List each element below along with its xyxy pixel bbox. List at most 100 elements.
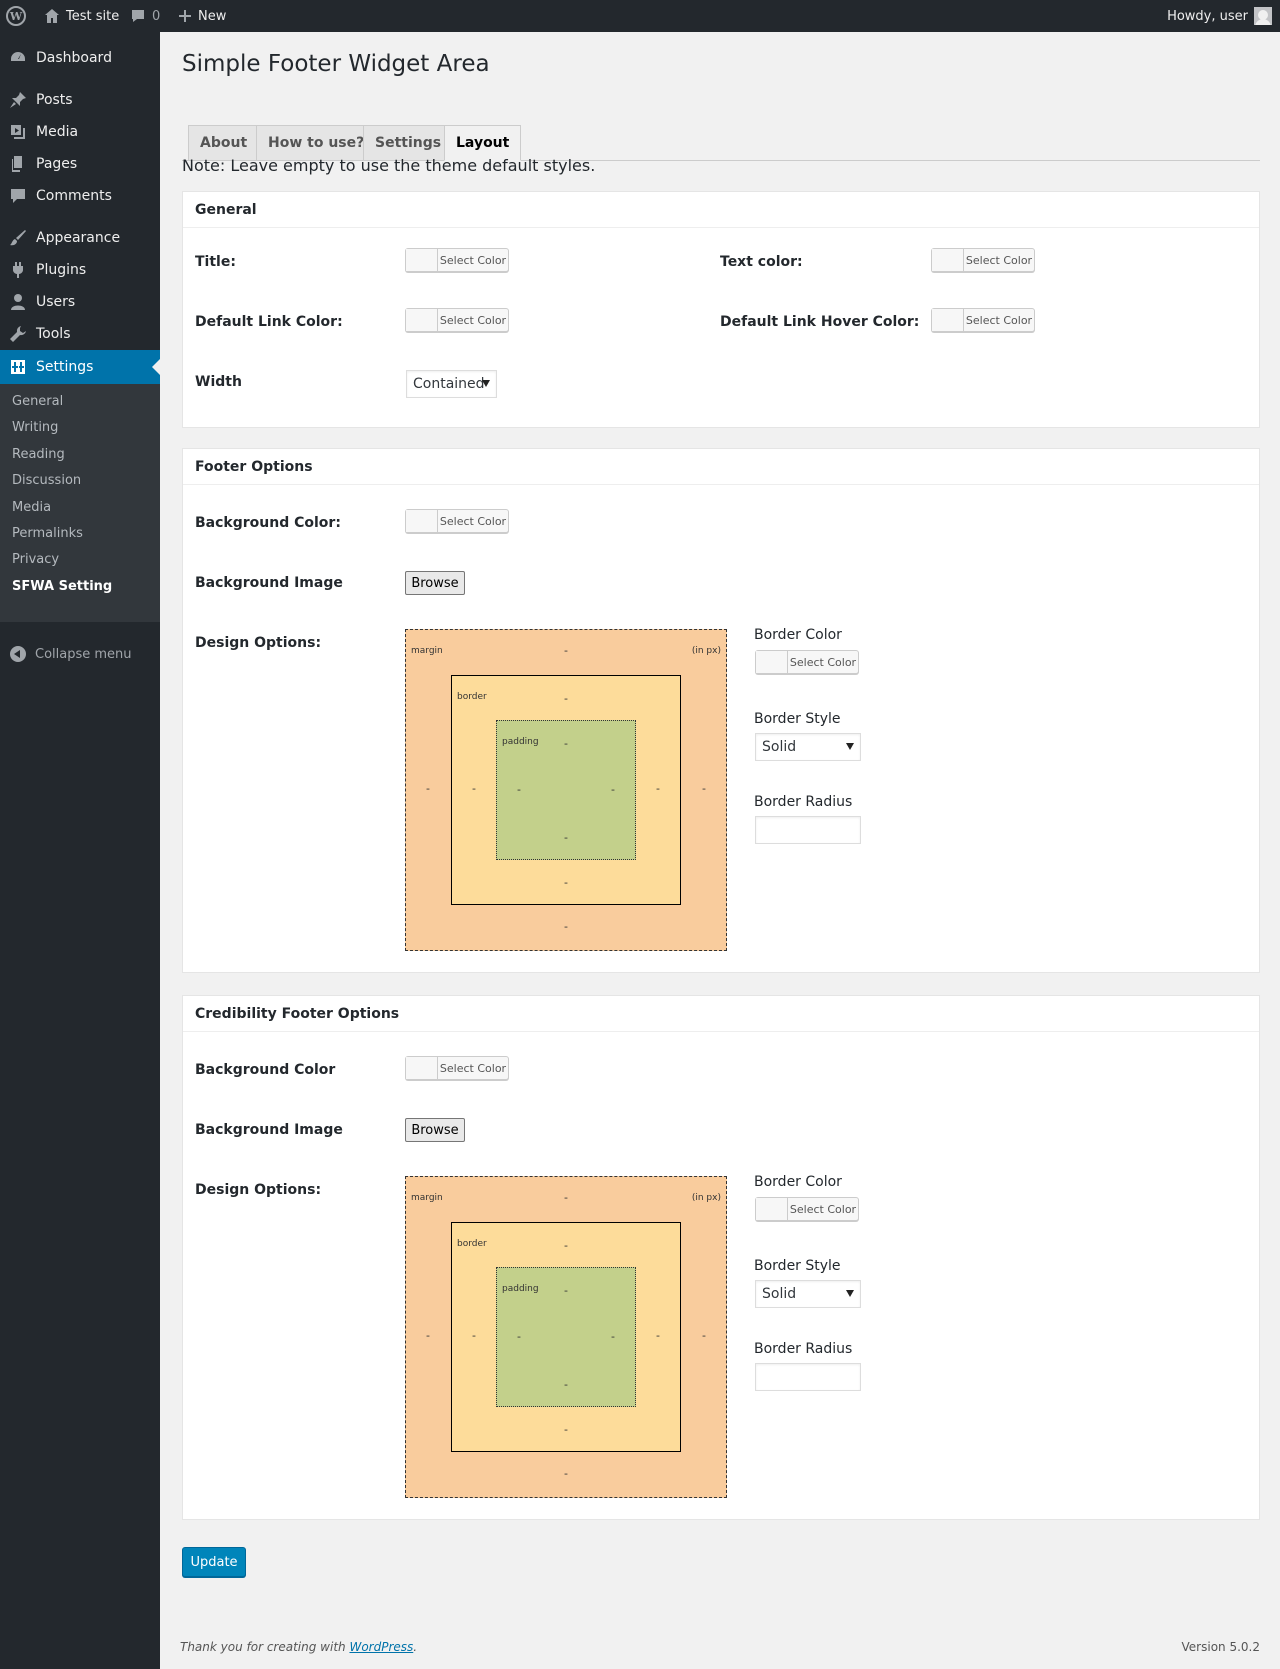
sidebar-item-dashboard[interactable]: Dashboard [0,41,160,75]
footer-browse-button[interactable]: Browse [405,571,465,595]
chevron-down-icon [846,1290,854,1297]
border-top-input[interactable]: - [560,1239,572,1252]
border-color-label: Border Color [754,627,842,643]
padding-left-input[interactable]: - [513,1330,525,1343]
color-button-label: Select Color [965,253,1033,267]
collapse-menu-button[interactable]: Collapse menu [0,642,160,666]
account-menu[interactable]: Howdy, user [1167,0,1272,32]
footer-bg-color-button[interactable]: Select Color [405,509,509,533]
link-hover-color-label: Default Link Hover Color: [720,314,920,330]
footer-thanks-prefix: Thank you for creating with [180,1640,350,1654]
border-box: border - - - - padding - - - - [451,675,681,905]
wordpress-link[interactable]: WordPress [349,1640,413,1654]
cred-border-color-button[interactable]: Select Color [755,1197,859,1221]
border-top-input[interactable]: - [560,692,572,705]
footer-box-model: margin (in px) - - - - border - - - - pa… [405,629,727,951]
color-swatch [406,309,438,331]
width-label: Width [195,374,242,390]
footer-border-color-button[interactable]: Select Color [755,650,859,674]
cred-bg-image-label: Background Image [195,1122,343,1138]
sidebar-item-label: Appearance [36,230,121,246]
text-color-button[interactable]: Select Color [931,248,1035,272]
cred-border-style-select[interactable]: Solid [755,1280,861,1308]
home-icon [45,9,59,23]
comments-link[interactable]: 0 [130,0,160,32]
sidebar-item-plugins[interactable]: Plugins [0,253,160,287]
margin-right-input[interactable]: - [698,1329,710,1342]
sidebar-item-settings[interactable]: Settings [0,350,160,384]
update-button[interactable]: Update [182,1547,246,1577]
title-color-label: Title: [195,254,236,270]
unit-label: (in px) [691,1193,721,1203]
site-name-link[interactable]: Test site [44,0,119,32]
submenu-item-general[interactable]: General [12,394,63,409]
sidebar-item-label: Users [36,294,76,310]
collapse-label: Collapse menu [35,646,132,662]
wordpress-logo-icon[interactable]: W [6,0,28,32]
footer-border-style-select[interactable]: Solid [755,733,861,761]
submenu-item-discussion[interactable]: Discussion [12,473,81,488]
margin-top-input[interactable]: - [560,1191,572,1204]
margin-left-input[interactable]: - [422,782,434,795]
tab-bar: About How to use? Settings Layout [182,93,1260,161]
padding-box: padding - - - - [496,1267,636,1407]
border-bottom-input[interactable]: - [560,876,572,889]
footer-bg-image-label: Background Image [195,575,343,591]
margin-left-input[interactable]: - [422,1329,434,1342]
site-name: Test site [66,8,120,24]
sidebar-item-pages[interactable]: Pages [0,147,160,181]
sidebar-item-posts[interactable]: Posts [0,83,160,117]
color-button-label: Select Color [789,655,857,669]
padding-bottom-input[interactable]: - [560,831,572,844]
padding-bottom-input[interactable]: - [560,1378,572,1391]
sidebar-item-media[interactable]: Media [0,115,160,149]
padding-top-input[interactable]: - [560,1284,572,1297]
sidebar-item-tools[interactable]: Tools [0,317,160,351]
sidebar-item-users[interactable]: Users [0,285,160,319]
sidebar-item-label: Pages [36,156,78,172]
plug-icon [0,261,36,279]
cred-browse-button[interactable]: Browse [405,1118,465,1142]
padding-left-input[interactable]: - [513,783,525,796]
title-color-button[interactable]: Select Color [405,248,509,272]
sidebar-item-comments[interactable]: Comments [0,179,160,213]
color-swatch [932,309,964,331]
submenu-item-privacy[interactable]: Privacy [12,552,59,567]
submenu-item-sfwa-setting[interactable]: SFWA Setting [12,579,112,594]
admin-sidebar: Dashboard Posts Media Pages Comments App… [0,32,160,1669]
padding-right-input[interactable]: - [607,1330,619,1343]
color-swatch [406,249,438,271]
submenu-item-writing[interactable]: Writing [12,420,58,435]
cred-border-radius-input[interactable] [755,1363,861,1391]
padding-top-input[interactable]: - [560,737,572,750]
border-right-input[interactable]: - [652,782,664,795]
new-content-link[interactable]: New [178,0,226,32]
color-swatch [756,1198,788,1220]
submenu-item-permalinks[interactable]: Permalinks [12,526,83,541]
link-color-button[interactable]: Select Color [405,308,509,332]
margin-top-input[interactable]: - [560,644,572,657]
margin-bottom-input[interactable]: - [560,1467,572,1480]
padding-label: padding [502,737,539,747]
border-right-input[interactable]: - [652,1329,664,1342]
border-radius-label: Border Radius [754,1341,853,1357]
border-left-input[interactable]: - [468,782,480,795]
border-style-label: Border Style [754,711,841,727]
margin-bottom-input[interactable]: - [560,920,572,933]
sidebar-item-label: Comments [36,188,112,204]
footer-bg-color-label: Background Color: [195,515,341,531]
border-bottom-input[interactable]: - [560,1423,572,1436]
link-hover-color-button[interactable]: Select Color [931,308,1035,332]
border-left-input[interactable]: - [468,1329,480,1342]
sidebar-item-appearance[interactable]: Appearance [0,221,160,255]
footer-border-radius-input[interactable] [755,816,861,844]
wrench-icon [0,325,36,343]
padding-right-input[interactable]: - [607,783,619,796]
color-swatch [406,1057,438,1079]
margin-right-input[interactable]: - [698,782,710,795]
color-swatch [406,510,438,532]
submenu-item-reading[interactable]: Reading [12,447,65,462]
submenu-item-media[interactable]: Media [12,500,51,515]
width-select[interactable]: Contained [406,370,497,398]
cred-bg-color-button[interactable]: Select Color [405,1056,509,1080]
